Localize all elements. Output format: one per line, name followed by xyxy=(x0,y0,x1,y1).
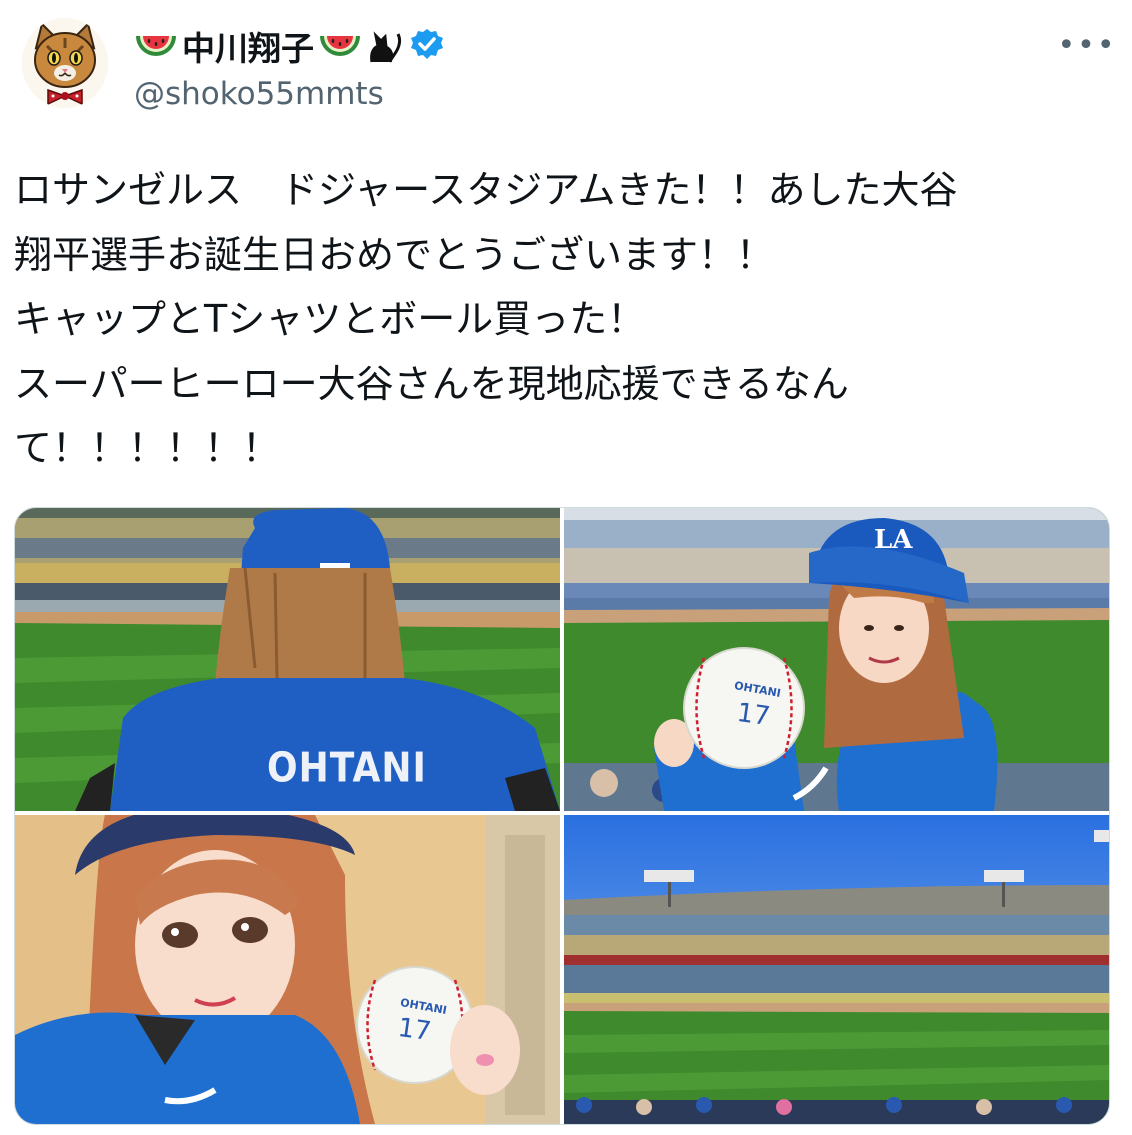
jersey-name: OHTANI xyxy=(267,744,427,793)
tweet-text-line: 翔平選手お誕生日おめでとうございます！！ xyxy=(14,232,775,277)
photo-3[interactable]: OHTANI 17 xyxy=(15,815,560,1124)
tweet-text: ロサンゼルス ドジャースタジアムきた！！あした大谷 翔平選手お誕生日おめでとうご… xyxy=(14,158,1104,481)
display-name-row[interactable]: 中川翔子 xyxy=(134,24,444,68)
avatar[interactable] xyxy=(22,18,108,108)
ball-number: 17 xyxy=(396,1012,434,1048)
tweet-text-line: て！！！！！！ xyxy=(14,426,281,470)
tweet-text-line: スーパーヒーロー大谷さんを現地応援できるなん xyxy=(14,361,849,406)
photo-1[interactable]: OHTANI xyxy=(15,508,560,811)
tweet-text-line: ロサンゼルス ドジャースタジアムきた！！あした大谷 xyxy=(14,168,958,212)
ball-number: 17 xyxy=(735,697,773,733)
verified-badge-icon xyxy=(410,28,444,64)
photo-2[interactable]: LA OHTANI 17 xyxy=(564,508,1109,811)
svg-text:LA: LA xyxy=(874,525,913,555)
more-options-button[interactable]: ••• xyxy=(1057,28,1114,63)
black-cat-icon xyxy=(366,28,406,64)
more-icon: ••• xyxy=(1057,27,1117,63)
media-grid: OHTANI LA OHTANI 17 OHTANI 17 xyxy=(14,507,1110,1125)
watermelon-icon xyxy=(134,28,178,64)
photo-4[interactable] xyxy=(564,815,1109,1124)
user-handle[interactable]: @shoko55mmts xyxy=(134,76,384,112)
tweet-text-line: キャップとTシャツとボール買った！ xyxy=(14,297,646,341)
tweet-card: 中川翔子 @shoko55mmts ••• ロサンゼルス ドジャースタジアムきた… xyxy=(0,0,1132,1135)
display-name-text: 中川翔子 xyxy=(182,29,314,68)
watermelon-icon xyxy=(318,28,362,64)
